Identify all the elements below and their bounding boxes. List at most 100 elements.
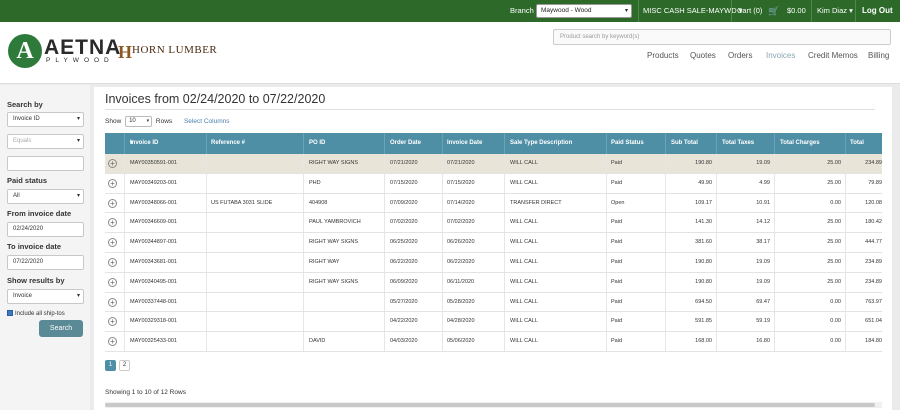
- column-header-total-taxes[interactable]: Total Taxes: [722, 133, 754, 154]
- column-divider: [606, 332, 607, 351]
- site-header: A AETNA PLYWOOD H HORN LUMBER Product se…: [0, 22, 900, 84]
- column-header-paid-status[interactable]: Paid Status: [611, 133, 644, 154]
- nav-products[interactable]: Products: [647, 51, 679, 60]
- aetna-logo-icon[interactable]: A: [8, 34, 42, 68]
- column-header-invoice-date[interactable]: Invoice Date: [447, 133, 482, 154]
- horizontal-scrollbar[interactable]: [105, 402, 882, 408]
- nav-credit-memos[interactable]: Credit Memos: [808, 51, 858, 60]
- page-title: Invoices from 02/24/2020 to 07/22/2020: [105, 92, 326, 106]
- expand-row-icon[interactable]: +: [108, 337, 117, 347]
- column-divider: [716, 154, 717, 173]
- cell-sub: 694.50: [695, 298, 712, 305]
- cell-ref: US FUTABA 3031 SLIDE: [211, 199, 273, 206]
- column-divider: [303, 133, 304, 154]
- expand-row-icon[interactable]: +: [108, 317, 117, 327]
- product-search-input[interactable]: Product search by keyword(s): [553, 29, 891, 45]
- cell-charges: 25.00: [827, 219, 841, 226]
- table-row[interactable]: + MAY00349203-001 PHD 07/15/2020 07/15/2020 W…: [105, 173, 882, 194]
- cart-total: $0.00: [787, 6, 806, 15]
- column-header-total-charges[interactable]: Total Charges: [780, 133, 820, 154]
- column-divider: [665, 312, 666, 332]
- branch-select[interactable]: Maywood - Wood ▾: [536, 4, 632, 18]
- nav-billing[interactable]: Billing: [868, 51, 889, 60]
- expand-row-icon[interactable]: +: [108, 218, 117, 228]
- column-divider: [384, 173, 385, 193]
- expand-row-icon[interactable]: +: [108, 257, 117, 267]
- search-value-input[interactable]: [7, 156, 84, 171]
- cell-tax: 19.09: [756, 160, 770, 166]
- from-date-input[interactable]: 02/24/2020: [7, 222, 84, 237]
- branch-value: Maywood - Wood: [541, 7, 592, 14]
- column-header-sale-type[interactable]: Sale Type Description: [510, 133, 572, 154]
- table-row[interactable]: + MAY00325433-001 DAVID 04/03/2020 05/06/202…: [105, 332, 882, 352]
- cell-po: RIGHT WAY SIGNS: [309, 160, 358, 166]
- cart-link[interactable]: Cart (0): [737, 0, 762, 22]
- column-header-total[interactable]: Total: [850, 133, 864, 154]
- cell-paid: Paid: [611, 338, 623, 345]
- column-divider: [606, 272, 607, 292]
- column-divider: [206, 292, 207, 312]
- column-divider: [716, 272, 717, 292]
- expand-row-icon[interactable]: +: [108, 159, 117, 168]
- user-menu[interactable]: Kim Diaz ▾: [817, 0, 853, 22]
- cell-invoice: 04/28/2020: [447, 318, 475, 325]
- column-header-order-date[interactable]: Order Date: [390, 133, 421, 154]
- column-divider: [442, 312, 443, 332]
- expand-row-icon[interactable]: +: [108, 238, 117, 248]
- show-results-select[interactable]: Invoice ▾: [7, 289, 84, 304]
- column-divider: [774, 252, 775, 272]
- expand-row-icon[interactable]: +: [108, 178, 117, 188]
- column-divider: [442, 233, 443, 252]
- logout-button[interactable]: Log Out: [862, 0, 893, 22]
- column-header-sub-total[interactable]: Sub Total: [671, 133, 698, 154]
- page-button-1[interactable]: 1: [105, 360, 116, 371]
- include-ship-tos-checkbox[interactable]: Include all ship-tos: [7, 310, 65, 317]
- horn-lumber-logo-icon[interactable]: H: [118, 42, 132, 63]
- column-divider: [774, 312, 775, 332]
- chevron-down-icon: ▾: [624, 8, 628, 14]
- paid-status-select[interactable]: All ▾: [7, 189, 84, 204]
- scrollbar-thumb[interactable]: [105, 403, 875, 407]
- table-row[interactable]: + MAY00337448-001 05/27/2020 05/28/2020 WILL…: [105, 292, 882, 313]
- table-row[interactable]: + MAY00348066-001 US FUTABA 3031 SLIDE 4049…: [105, 193, 882, 214]
- table-row[interactable]: + MAY00346609-001 PAUL YAMBROVICH 07/02/202…: [105, 213, 882, 234]
- nav-orders[interactable]: Orders: [728, 51, 752, 60]
- column-divider: [384, 292, 385, 312]
- table-row[interactable]: + MAY00350591-001 RIGHT WAY SIGNS 07/21/202…: [105, 154, 882, 174]
- operator-select[interactable]: Equals ▾: [7, 134, 84, 149]
- cell-invoice: 05/06/2020: [447, 338, 475, 345]
- nav-invoices[interactable]: Invoices: [766, 51, 795, 60]
- expand-row-icon[interactable]: +: [108, 198, 117, 208]
- rows-per-page-select[interactable]: 10 ▾: [125, 116, 153, 127]
- expand-row-icon[interactable]: +: [108, 297, 117, 307]
- column-divider: [845, 292, 846, 312]
- cell-invoice: 07/02/2020: [447, 219, 475, 226]
- cell-paid: Paid: [611, 219, 623, 226]
- cell-sub: 49.90: [698, 179, 712, 186]
- page-button-2[interactable]: 2: [119, 360, 130, 371]
- table-row[interactable]: + MAY00344897-001 RIGHT WAY SIGNS 06/25/202…: [105, 233, 882, 253]
- account-menu[interactable]: MISC CASH SALE-MAYWD ▾: [643, 0, 742, 22]
- to-date-input[interactable]: 07/22/2020: [7, 255, 84, 270]
- column-divider: [206, 272, 207, 292]
- sort-down-icon[interactable]: ▾: [130, 133, 133, 154]
- cell-order: 04/22/2020: [390, 318, 418, 325]
- column-divider: [665, 133, 666, 154]
- search-by-select[interactable]: Invoice ID ▾: [7, 112, 84, 127]
- search-button[interactable]: Search: [39, 320, 83, 337]
- operator-value: Equals: [13, 138, 32, 144]
- table-row[interactable]: + MAY00329318-001 04/22/2020 04/28/2020 WILL…: [105, 312, 882, 333]
- column-header-reference[interactable]: Reference #: [211, 133, 245, 154]
- expand-row-icon[interactable]: +: [108, 277, 117, 287]
- table-row[interactable]: + MAY00343681-001 RIGHT WAY 06/22/2020 06/22…: [105, 252, 882, 273]
- table-row[interactable]: + MAY00340495-001 RIGHT WAY SIGNS 06/09/202…: [105, 272, 882, 293]
- nav-quotes[interactable]: Quotes: [690, 51, 716, 60]
- cell-tax: 16.80: [756, 338, 770, 345]
- horn-lumber-logo-name[interactable]: HORN LUMBER: [132, 44, 217, 56]
- cell-sale: WILL CALL: [510, 239, 538, 246]
- cart-icon[interactable]: 🛒: [768, 0, 779, 22]
- select-columns-link[interactable]: Select Columns: [184, 118, 230, 125]
- checkbox-checked-icon[interactable]: [7, 310, 13, 316]
- column-header-po-id[interactable]: PO ID: [309, 133, 325, 154]
- divider: [638, 0, 639, 22]
